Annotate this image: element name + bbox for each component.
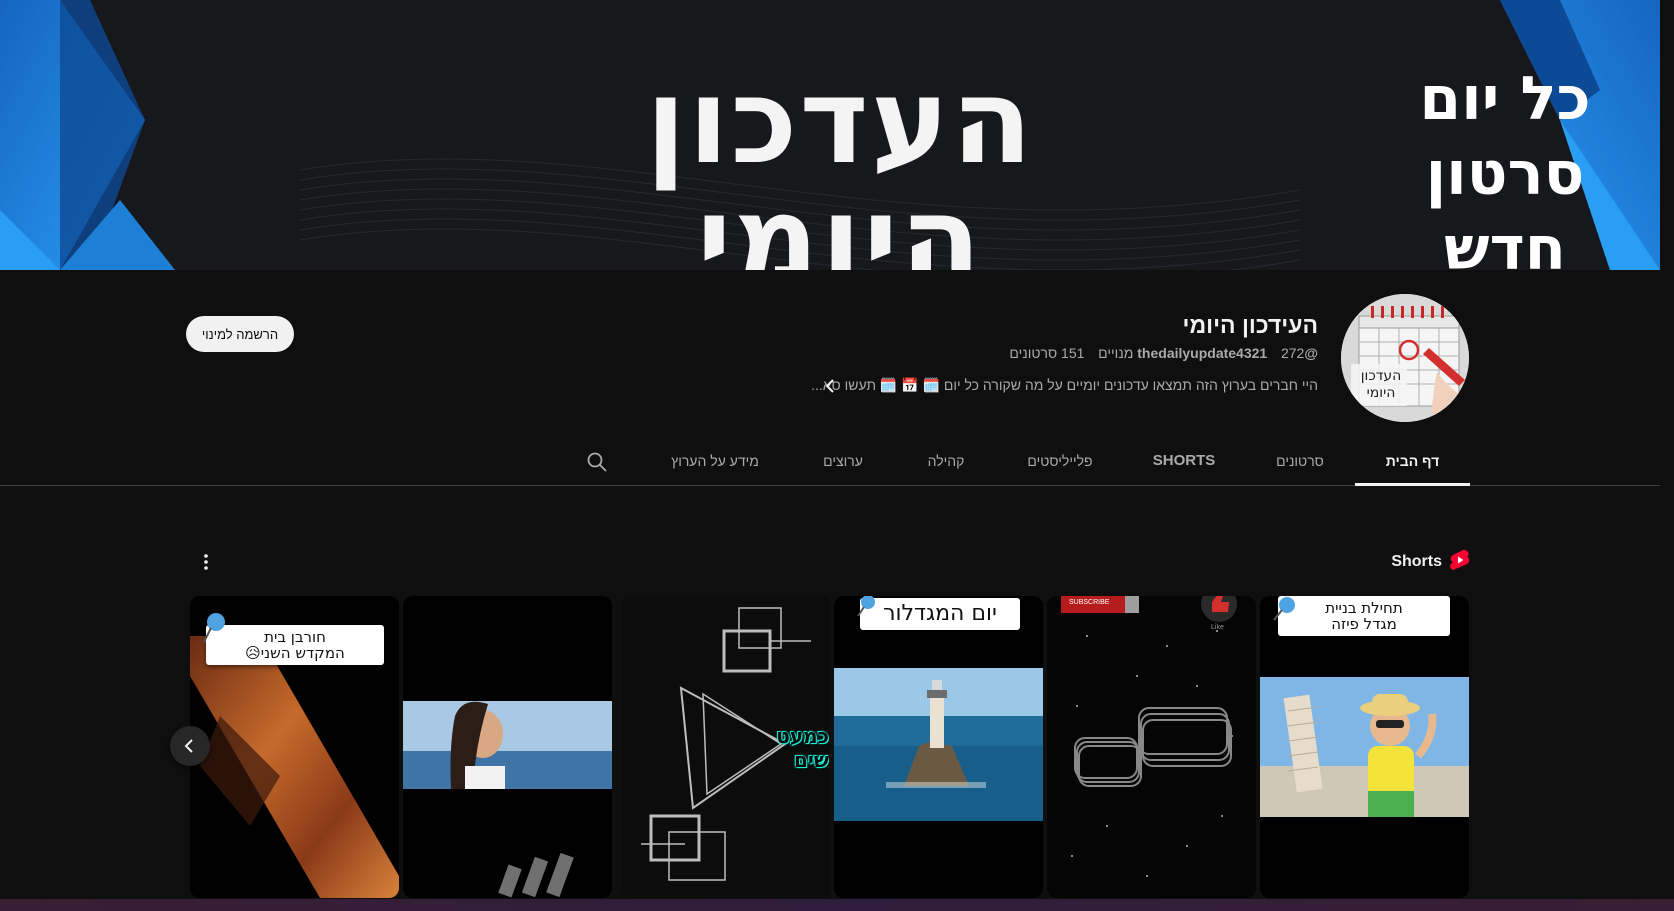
calendar-icon	[1341, 294, 1469, 422]
short-caption-line1: חורבן בית	[264, 628, 326, 646]
short-overlay-line2: שים	[794, 748, 829, 772]
tab-playlists[interactable]: פלייליסטים	[1016, 440, 1104, 486]
tab-community[interactable]: קהילה	[918, 440, 974, 486]
banner-title: העדכון היומי	[645, 52, 1035, 270]
short-caption-line1: תחילת בניית	[1325, 599, 1403, 617]
shorts-section-title: Shorts	[1391, 553, 1442, 570]
channel-avatar[interactable]: העדכון היומי	[1341, 294, 1469, 422]
pin-icon	[857, 596, 875, 617]
subscribe-overlay-text: SUBSCRIBE	[1069, 599, 1110, 606]
chevron-left-icon	[184, 739, 193, 753]
chevron-left-icon[interactable]	[822, 377, 838, 395]
video-count: 151 סרטונים	[1009, 345, 1085, 361]
shorts-section-header: Shorts	[1391, 549, 1470, 576]
subscribe-button[interactable]: הרשמה למינוי	[186, 316, 294, 352]
banner-slogan-line1: כל יום	[1419, 64, 1591, 134]
short-card[interactable]: תחילת בניית מגדל פיזה	[1260, 596, 1469, 898]
channel-meta: @thedailyupdate4321 272 מנויים 151 סרטונ…	[1009, 345, 1318, 361]
tab-channels[interactable]: ערוצים	[815, 440, 871, 486]
channel-description[interactable]: היי חברים בערוץ הזה תמצאו עדכונים יומיים…	[811, 377, 1318, 394]
avatar-text-line2: היומי	[1366, 385, 1396, 401]
short-card[interactable]	[403, 596, 612, 898]
like-overlay-text: Like	[1211, 624, 1224, 631]
channel-tabs: דף הבית סרטונים SHORTS פלייליסטים קהילה …	[0, 440, 1660, 486]
short-card[interactable]: יום המגדלור	[834, 596, 1043, 898]
tab-videos[interactable]: סרטונים	[1262, 440, 1338, 486]
tab-shorts[interactable]: SHORTS	[1146, 440, 1222, 486]
pin-icon	[203, 613, 225, 643]
short-overlay-line1: כמעט	[776, 724, 829, 748]
short-caption-line2: המקדש השני😥	[245, 644, 345, 662]
channel-name: העידכון היומי	[1182, 312, 1318, 338]
search-icon[interactable]	[586, 451, 608, 473]
tab-about[interactable]: מידע על הערוץ	[663, 440, 767, 486]
tab-home[interactable]: דף הבית	[1355, 440, 1470, 486]
short-card-caption: תחילת בניית מגדל פיזה	[1278, 596, 1450, 636]
short-thumbnail	[403, 596, 612, 898]
short-thumbnail	[1260, 596, 1469, 898]
avatar-text-line1: העדכון	[1360, 368, 1402, 384]
short-thumbnail	[834, 596, 1043, 898]
pin-icon	[1273, 597, 1295, 621]
short-card-caption: חורבן בית המקדש השני😥	[206, 625, 384, 665]
shorts-carousel: תחילת בניית מגדל פיזה SUBSCRIBE Like יום…	[190, 596, 1470, 898]
banner-slogan: כל יום סרטון חדש	[1355, 62, 1655, 270]
carousel-prev-button[interactable]	[170, 726, 210, 766]
short-thumbnail	[1047, 596, 1256, 898]
shorts-logo-icon	[1450, 549, 1470, 576]
short-caption-line2: מגדל פיזה	[1331, 615, 1397, 633]
avatar-text: העדכון היומי	[1355, 368, 1407, 402]
more-vert-icon[interactable]	[198, 551, 214, 573]
short-overlay-text: כמעט שים	[765, 724, 829, 772]
short-card[interactable]: חורבן בית המקדש השני😥	[190, 596, 399, 898]
os-taskbar	[0, 899, 1674, 911]
banner-slogan-line2: סרטון חדש	[1425, 139, 1585, 270]
short-card[interactable]: SUBSCRIBE Like	[1047, 596, 1256, 898]
short-card-caption: יום המגדלור	[860, 598, 1020, 630]
channel-banner: העדכון היומי כל יום סרטון חדש	[0, 0, 1660, 270]
short-card[interactable]: כמעט שים	[621, 596, 830, 898]
